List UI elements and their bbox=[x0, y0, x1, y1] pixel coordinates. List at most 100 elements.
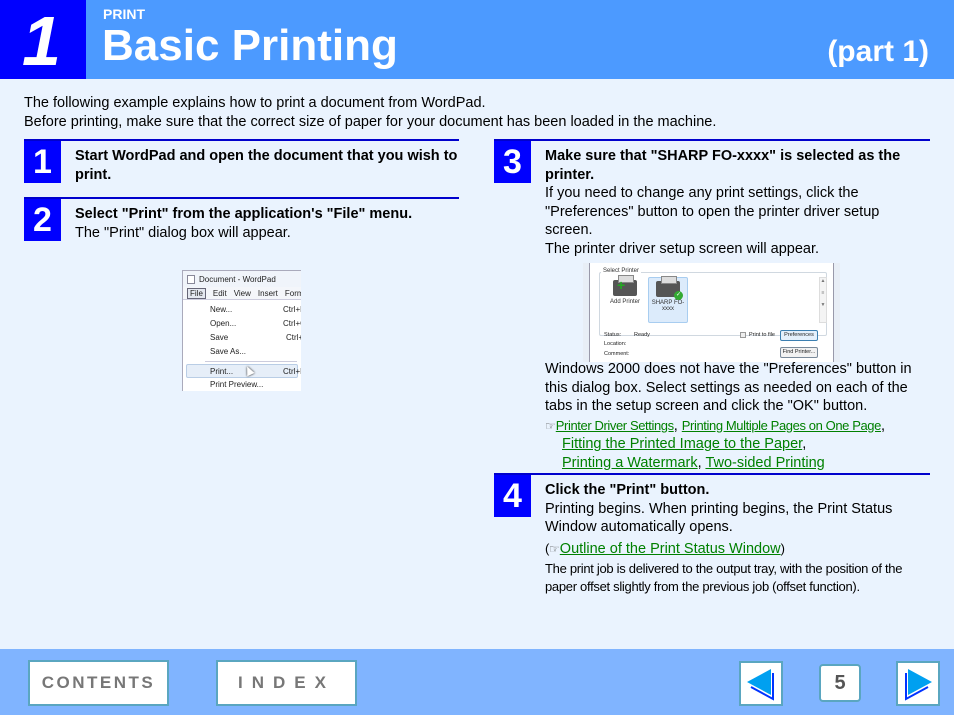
menu-file: File bbox=[187, 287, 206, 299]
separator: , bbox=[880, 417, 885, 434]
next-arrow-icon bbox=[905, 669, 932, 701]
step-title: Click the "Print" button. bbox=[545, 482, 710, 498]
link-printing-watermark[interactable]: Printing a Watermark bbox=[562, 455, 698, 471]
step-text-printing-begins: Printing begins. When printing begins, t… bbox=[545, 500, 893, 536]
menu-item-label: Print... bbox=[210, 367, 234, 376]
print-to-file-checkbox bbox=[740, 332, 746, 338]
menu-item-shortcut: Ctrl+P bbox=[283, 367, 301, 376]
status-label: Status: bbox=[604, 332, 622, 338]
menu-item-label: New... bbox=[210, 305, 233, 314]
menu-item-save-as: Save As... bbox=[183, 345, 301, 359]
mouse-cursor-icon bbox=[243, 364, 255, 377]
add-printer-item: + Add Printer bbox=[605, 275, 645, 323]
page-title: Basic Printing bbox=[102, 21, 398, 70]
index-button[interactable]: INDEX bbox=[216, 660, 357, 706]
sharp-printer-item: ✓ SHARP FO-xxxx bbox=[648, 276, 688, 323]
menu-item-shortcut: Ctrl+S bbox=[286, 333, 301, 342]
reference-hand-icon: ☞ bbox=[549, 541, 560, 556]
print-to-file-label: Print to file bbox=[749, 332, 775, 338]
separator: , bbox=[673, 417, 678, 434]
menu-separator bbox=[205, 361, 297, 362]
menu-item-label: Save bbox=[210, 333, 229, 342]
link-printer-driver-settings[interactable]: Printer Driver Settings bbox=[556, 418, 674, 433]
file-menu: New... Ctrl+N Open... Ctrl+O Save Ctrl+S Sa… bbox=[183, 300, 301, 391]
link-fitting-printed-image[interactable]: Fitting the Printed Image to the Paper bbox=[562, 436, 802, 452]
separator: , bbox=[802, 436, 807, 452]
reference-hand-icon: ☞ bbox=[545, 418, 556, 433]
step-text-setup-screen: The printer driver setup screen will app… bbox=[545, 240, 820, 257]
document-icon bbox=[187, 274, 195, 284]
menu-item-open: Open... Ctrl+O bbox=[183, 317, 301, 331]
page-footer: CONTENTS INDEX 5 bbox=[0, 649, 954, 715]
printer-label: Add Printer bbox=[609, 299, 640, 305]
step-number: 3 bbox=[494, 141, 531, 183]
link-print-status-window[interactable]: Outline of the Print Status Window bbox=[560, 541, 781, 557]
related-links: ☞Printer Driver Settings, Printing Multi… bbox=[545, 417, 935, 436]
menu-item-print: Print... Ctrl+P bbox=[186, 364, 301, 378]
step-divider bbox=[494, 139, 930, 141]
step-divider bbox=[494, 473, 930, 475]
printer-label: SHARP FO-xxxx bbox=[651, 300, 685, 312]
comment-label: Comment: bbox=[604, 351, 630, 357]
menu-item-new: New... Ctrl+N bbox=[183, 303, 301, 317]
previous-page-button[interactable] bbox=[739, 661, 783, 706]
preferences-button: Preferences bbox=[780, 330, 818, 341]
print-dialog-screenshot: Select Printer + Add Printer ✓ SHARP FO-… bbox=[583, 263, 840, 362]
wordpad-file-menu-screenshot: Document - WordPad File Edit View Insert… bbox=[182, 270, 301, 391]
step-title: Make sure that "SHARP FO-xxxx" is select… bbox=[545, 148, 901, 183]
menu-item-label: Save As... bbox=[210, 347, 247, 356]
part-label: (part 1) bbox=[827, 35, 929, 68]
previous-arrow-icon bbox=[747, 669, 774, 701]
menu-edit: Edit bbox=[212, 288, 227, 298]
step-number: 2 bbox=[24, 199, 61, 241]
wordpad-titlebar: Document - WordPad bbox=[183, 271, 301, 287]
status-value: Ready bbox=[634, 332, 650, 338]
windows-2000-note: Windows 2000 does not have the "Preferen… bbox=[545, 361, 912, 414]
default-check-icon: ✓ bbox=[674, 291, 683, 300]
printer-icon: ✓ bbox=[656, 276, 683, 300]
status-window-reference: (☞Outline of the Print Status Window) bbox=[545, 540, 935, 559]
link-printing-multiple-pages[interactable]: Printing Multiple Pages on One Page bbox=[682, 418, 882, 433]
paren-close: ) bbox=[780, 540, 785, 556]
find-printer-button: Find Printer... bbox=[780, 347, 818, 358]
step-text-offset: The print job is delivered to the output… bbox=[545, 561, 903, 594]
separator: , bbox=[697, 454, 702, 471]
contents-button[interactable]: CONTENTS bbox=[28, 660, 169, 706]
step-title: Select "Print" from the application's "F… bbox=[75, 206, 413, 222]
menu-item-shortcut: Ctrl+N bbox=[283, 305, 301, 314]
step-title: Start WordPad and open the document that… bbox=[75, 148, 458, 183]
menu-insert: Insert bbox=[257, 288, 278, 298]
menu-format: Form bbox=[284, 288, 301, 298]
step-number: 4 bbox=[494, 475, 531, 517]
chapter-number-box: 1 bbox=[0, 0, 86, 80]
page-number: 5 bbox=[819, 664, 861, 702]
menu-view: View bbox=[233, 288, 251, 298]
related-links-line-2: Fitting the Printed Image to the Paper, bbox=[545, 435, 935, 454]
printer-icon: + bbox=[613, 275, 637, 296]
menu-item-label: Print Preview... bbox=[210, 380, 264, 389]
step-3-continued: Windows 2000 does not have the "Preferen… bbox=[545, 360, 935, 472]
step-number: 1 bbox=[24, 141, 61, 183]
menu-item-shortcut: Ctrl+O bbox=[283, 319, 301, 328]
page-header: 1 PRINT Basic Printing (part 1) bbox=[0, 0, 954, 80]
menu-item-label: Open... bbox=[210, 319, 237, 328]
related-links-line-3: Printing a Watermark, Two-sided Printing bbox=[545, 454, 935, 473]
wordpad-window-title: Document - WordPad bbox=[199, 274, 276, 284]
link-two-sided-printing[interactable]: Two-sided Printing bbox=[705, 455, 824, 471]
next-page-button[interactable] bbox=[896, 661, 940, 706]
intro-line-1: The following example explains how to pr… bbox=[24, 95, 486, 111]
plus-icon: + bbox=[617, 277, 626, 293]
printer-list-scrollbar: ▲ ≡ ▼ bbox=[819, 277, 827, 323]
intro-line-2: Before printing, make sure that the corr… bbox=[24, 114, 717, 130]
location-label: Location: bbox=[604, 341, 627, 347]
intro-text: The following example explains how to pr… bbox=[24, 94, 716, 132]
step-text: The "Print" dialog box will appear. bbox=[75, 224, 291, 241]
chapter-number: 1 bbox=[22, 2, 61, 80]
step-divider bbox=[24, 197, 459, 199]
select-printer-label: Select Printer bbox=[601, 268, 642, 274]
wordpad-menubar: File Edit View Insert Form bbox=[183, 287, 301, 300]
menu-item-print-preview: Print Preview... bbox=[183, 378, 301, 391]
step-divider bbox=[24, 139, 459, 141]
menu-item-save: Save Ctrl+S bbox=[183, 331, 301, 345]
step-text-preferences: If you need to change any print settings… bbox=[545, 185, 880, 238]
